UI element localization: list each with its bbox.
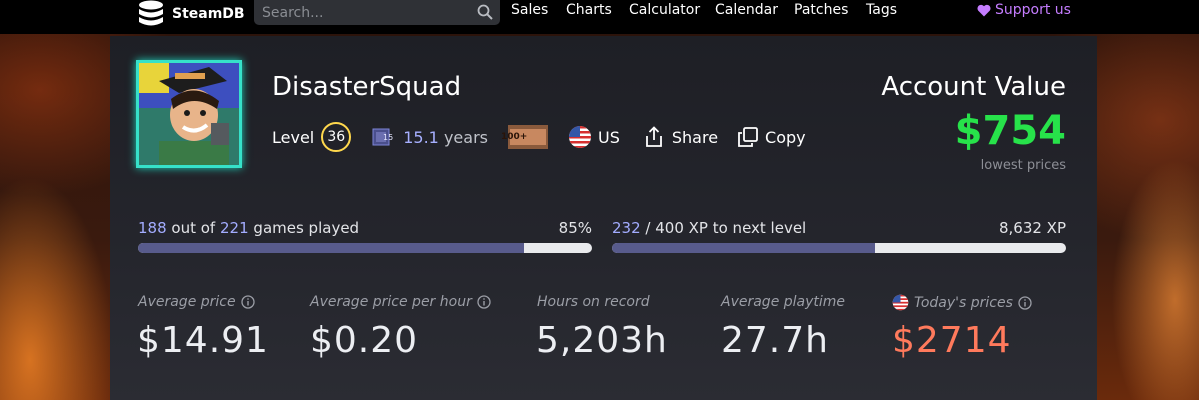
share-button[interactable]: Share xyxy=(672,128,718,147)
stat-average-price-text: Average price xyxy=(138,294,236,310)
steamdb-logo[interactable]: SteamDB xyxy=(136,0,245,28)
nav-calendar[interactable]: Calendar xyxy=(715,2,778,18)
xp-current: 232 xyxy=(612,219,641,237)
games-played-suffix: games played xyxy=(253,219,360,237)
games-played-progress-fill xyxy=(138,243,524,253)
profile-meta-row: Level 36 15 15.1 years 100+ US Share Cop… xyxy=(272,122,806,152)
profile-panel: DisasterSquad Level 36 15 15.1 years 100… xyxy=(110,36,1097,400)
stat-average-playtime-label: Average playtime xyxy=(721,294,845,310)
brand-name: SteamDB xyxy=(172,6,245,22)
nav-charts[interactable]: Charts xyxy=(566,2,612,18)
xp-progress-fill xyxy=(612,243,876,253)
account-age-unit: years xyxy=(443,127,488,147)
nav-sales[interactable]: Sales xyxy=(511,2,548,18)
xp-progress-mid: / 400 XP to next level xyxy=(645,219,807,237)
xp-progress-label: 232 / 400 XP to next level xyxy=(612,219,806,237)
account-age: 15.1 years xyxy=(403,128,488,147)
share-icon[interactable] xyxy=(644,126,664,148)
copy-icon[interactable] xyxy=(738,127,758,147)
games-played-percent: 85% xyxy=(558,219,592,237)
games-played-mid: out of xyxy=(171,219,216,237)
stat-todays-prices-value: $2714 xyxy=(892,320,1012,361)
us-flag-icon xyxy=(568,126,591,148)
stat-hours-on-record-value: 5,203h xyxy=(536,320,668,361)
stat-average-playtime-value: 27.7h xyxy=(721,320,829,361)
search-icon[interactable] xyxy=(477,4,493,20)
heart-icon xyxy=(977,4,991,16)
stat-price-per-hour-text: Average price per hour xyxy=(310,294,472,310)
search-input[interactable] xyxy=(254,3,474,22)
stat-todays-prices-text: Today's prices xyxy=(914,294,1013,311)
games-played-progress-bar xyxy=(138,243,592,253)
info-icon[interactable] xyxy=(1018,295,1032,310)
stat-hours-on-record-label: Hours on record xyxy=(537,294,650,310)
database-icon xyxy=(139,0,163,26)
stat-hours-on-record-text: Hours on record xyxy=(537,294,650,310)
country-label: US xyxy=(597,127,620,147)
stat-todays-prices-label: Today's prices xyxy=(892,294,1032,311)
info-icon[interactable] xyxy=(240,295,255,309)
level-badge[interactable]: 36 xyxy=(321,122,352,152)
game-collector-badge-text: 100+ xyxy=(501,132,528,142)
stat-price-per-hour-label: Average price per hour xyxy=(310,294,491,310)
username: DisasterSquad xyxy=(272,72,462,102)
account-age-number: 15.1 xyxy=(403,127,439,147)
games-total-count: 221 xyxy=(220,219,249,237)
stat-average-price-value: $14.91 xyxy=(137,320,269,361)
stat-price-per-hour-value: $0.20 xyxy=(310,320,419,361)
games-played-label: 188 out of 221 games played xyxy=(138,219,359,237)
info-icon[interactable] xyxy=(477,295,491,309)
avatar-image xyxy=(139,63,239,165)
stat-average-price-label: Average price xyxy=(138,294,255,310)
level-label: Level xyxy=(272,127,315,147)
copy-button[interactable]: Copy xyxy=(765,128,806,147)
account-value: $754 xyxy=(954,108,1066,154)
us-flag-icon xyxy=(892,294,909,311)
avatar[interactable] xyxy=(136,60,242,168)
years-badge-number: 15 xyxy=(383,132,394,142)
account-value-note: lowest prices xyxy=(980,158,1066,173)
support-label: Support us xyxy=(995,2,1071,18)
nav-tags[interactable]: Tags xyxy=(866,2,897,18)
top-navbar: SteamDB Sales Charts Calculator Calendar… xyxy=(0,0,1199,34)
account-value-title: Account Value xyxy=(881,72,1066,102)
xp-progress-bar xyxy=(612,243,1066,253)
nav-calculator[interactable]: Calculator xyxy=(629,2,700,18)
stat-average-playtime-text: Average playtime xyxy=(721,294,846,310)
games-played-count: 188 xyxy=(138,219,167,237)
nav-patches[interactable]: Patches xyxy=(794,2,848,18)
support-us-link[interactable]: Support us xyxy=(977,2,1071,18)
search-box[interactable] xyxy=(254,0,500,25)
xp-total: 8,632 XP xyxy=(998,219,1066,237)
